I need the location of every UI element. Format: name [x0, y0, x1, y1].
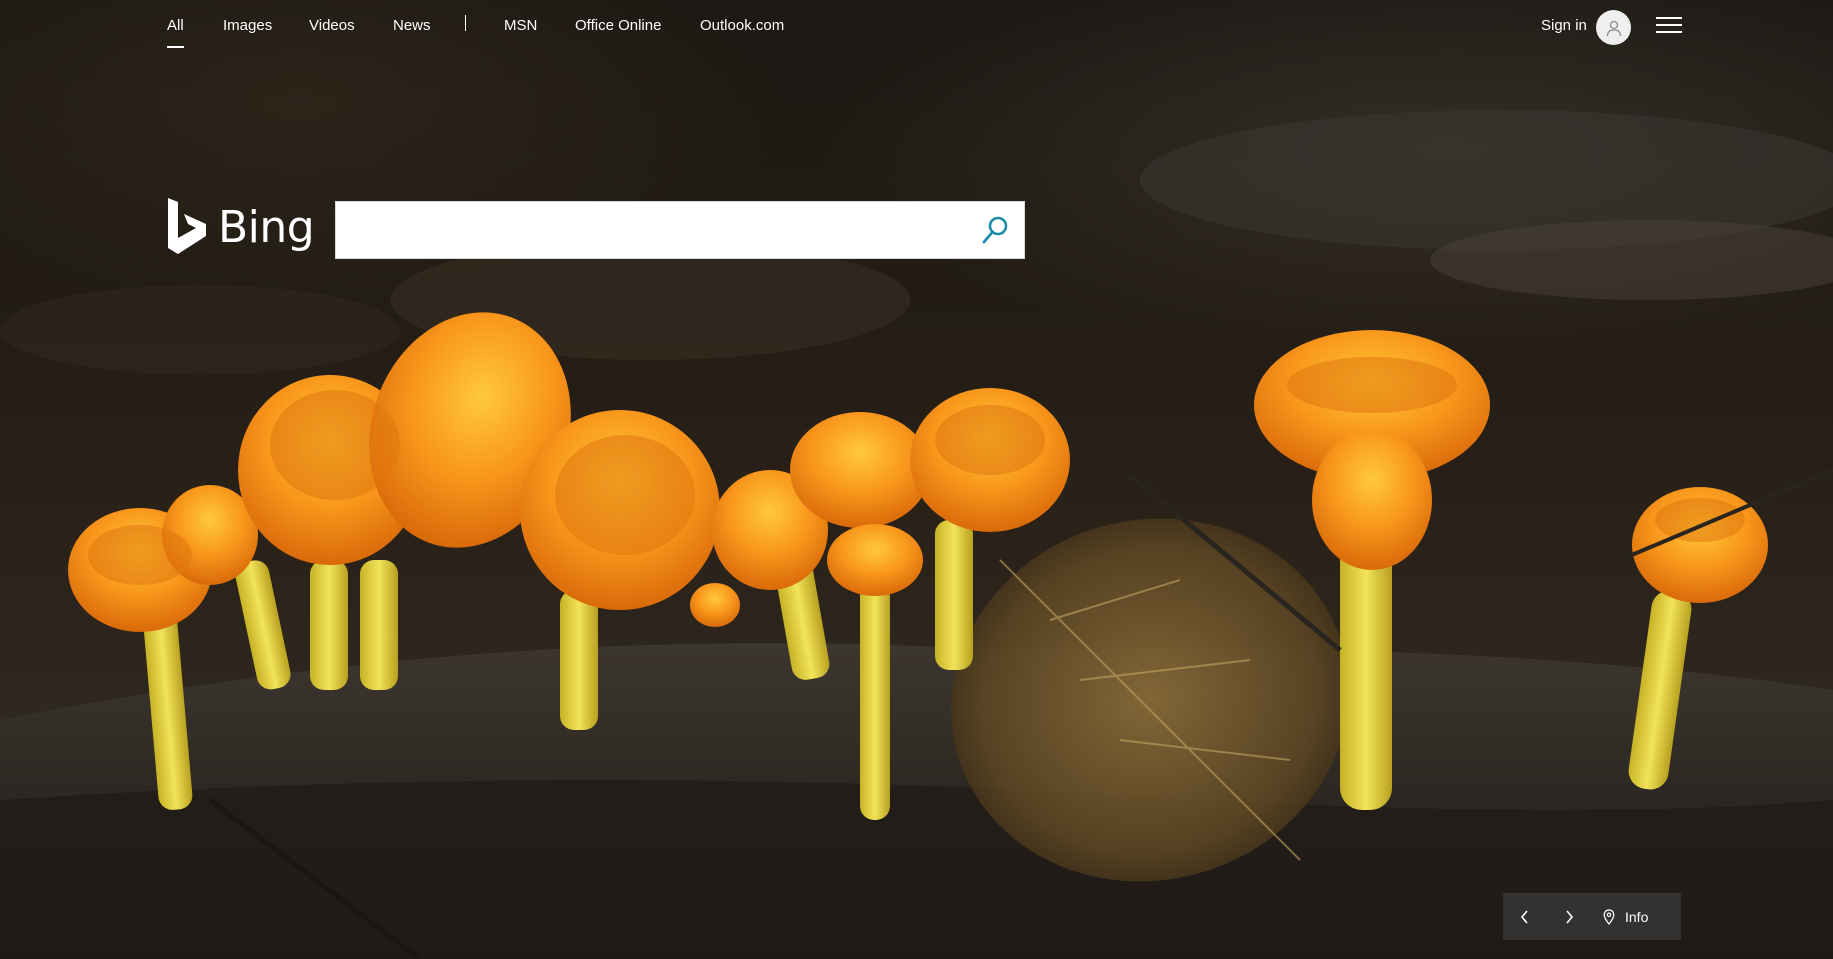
nav-news[interactable]: News: [393, 17, 431, 34]
bing-logo[interactable]: Bing: [166, 198, 315, 256]
search-input[interactable]: [336, 202, 956, 258]
search-icon: [982, 216, 1008, 244]
info-label: Info: [1625, 908, 1649, 925]
location-pin-icon: [1603, 908, 1615, 925]
logo-text: Bing: [218, 202, 315, 253]
nav-images[interactable]: Images: [223, 17, 272, 34]
chevron-right-icon: [1566, 909, 1574, 924]
avatar[interactable]: [1596, 10, 1631, 45]
nav-outlook[interactable]: Outlook.com: [700, 17, 784, 34]
nav-separator: [465, 15, 466, 31]
image-info-button[interactable]: Info: [1591, 893, 1681, 940]
user-icon: [1606, 20, 1621, 36]
homepage: All Images Videos News MSN Office Online…: [0, 0, 1833, 959]
top-navigation: All Images Videos News MSN Office Online…: [0, 0, 1833, 54]
bing-logo-icon: [168, 198, 206, 254]
nav-office-online[interactable]: Office Online: [575, 17, 661, 34]
chevron-left-icon: [1520, 909, 1528, 924]
image-controls: Info: [1503, 893, 1681, 940]
hamburger-icon[interactable]: [1656, 17, 1682, 37]
search-button[interactable]: [972, 208, 1018, 252]
search-box: [335, 201, 1025, 259]
nav-msn[interactable]: MSN: [504, 17, 537, 34]
next-image-button[interactable]: [1547, 893, 1591, 940]
nav-videos[interactable]: Videos: [309, 17, 355, 34]
sign-in-link[interactable]: Sign in: [1541, 17, 1587, 34]
background-image: [0, 110, 1833, 959]
previous-image-button[interactable]: [1503, 893, 1547, 940]
nav-all[interactable]: All: [167, 17, 184, 48]
